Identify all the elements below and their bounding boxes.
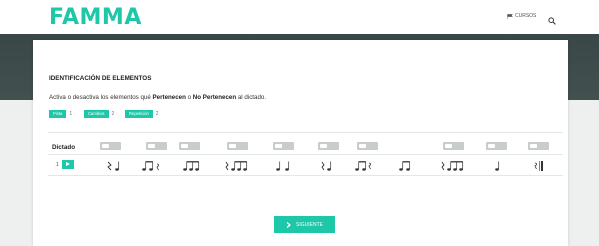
final-barline-icon [534, 159, 544, 171]
nav-cursos-label: CURSOS [515, 13, 537, 19]
divider-row [48, 154, 563, 155]
legend-tag-cambios: Cambios [84, 110, 109, 118]
exercise-title: IDENTIFICACIÓN DE ELEMENTOS [49, 75, 152, 82]
note-group-10 [494, 159, 502, 171]
note-group-9 [440, 159, 468, 171]
toggle-5[interactable] [273, 142, 294, 150]
instruction-bold-2: No Pertenecen [192, 94, 237, 101]
legend-count-cambios: 2 [111, 111, 115, 117]
toggle-4[interactable] [227, 142, 248, 150]
note-group-7 [354, 159, 374, 171]
toggle-6[interactable] [318, 142, 339, 150]
divider-top [48, 132, 563, 133]
toggle-3[interactable] [179, 142, 200, 150]
instruction-bold-1: Pertenecen [152, 94, 186, 101]
legend-count-pista: 1 [69, 111, 73, 117]
siguiente-button[interactable]: SIGUIENTE [274, 216, 335, 233]
dictado-label: Dictado [52, 144, 76, 151]
note-group-6 [319, 159, 335, 171]
legend-pista: Pista 1 [49, 110, 72, 118]
toggle-7[interactable] [357, 142, 378, 150]
play-number: 1 [56, 161, 59, 168]
legend-tag-pista: Pista [49, 110, 67, 118]
exercise-card: IDENTIFICACIÓN DE ELEMENTOS Activa o des… [33, 40, 568, 246]
legend-cambios: Cambios 2 [84, 110, 114, 118]
flag-icon [507, 13, 513, 19]
instruction-text-1: Activa o desactiva los elementos qué [49, 94, 153, 101]
instruction-text-3: al dictado. [236, 94, 267, 101]
note-group-4 [224, 159, 252, 171]
legend-tag-repeticion: Repetición [125, 110, 153, 118]
siguiente-label: SIGUIENTE [296, 221, 323, 228]
note-group-8 [398, 159, 412, 171]
toggle-8[interactable] [443, 142, 464, 150]
instruction-text-2: o [185, 94, 193, 101]
toggle-9[interactable] [486, 142, 507, 150]
play-control: 1 [53, 160, 78, 169]
search-icon[interactable] [548, 12, 556, 25]
play-button[interactable] [62, 160, 74, 169]
note-group-1 [105, 159, 123, 171]
divider-bottom [48, 175, 563, 176]
famma-logo[interactable]: FAMMA [49, 5, 142, 30]
exercise-instruction: Activa o desactiva los elementos qué Per… [49, 94, 266, 101]
nav-cursos-link[interactable]: CURSOS [507, 13, 536, 19]
note-group-2 [141, 159, 161, 171]
toggle-2[interactable] [146, 142, 167, 150]
top-navbar: FAMMA CURSOS [0, 0, 599, 34]
legend-repeticion: Repetición 2 [125, 110, 159, 118]
note-group-3 [182, 159, 202, 171]
chevron-right-icon [286, 221, 291, 228]
toggle-1[interactable] [100, 142, 121, 150]
note-group-5 [275, 159, 293, 171]
legend-count-repeticion: 2 [155, 111, 159, 117]
toggle-10[interactable] [528, 142, 549, 150]
